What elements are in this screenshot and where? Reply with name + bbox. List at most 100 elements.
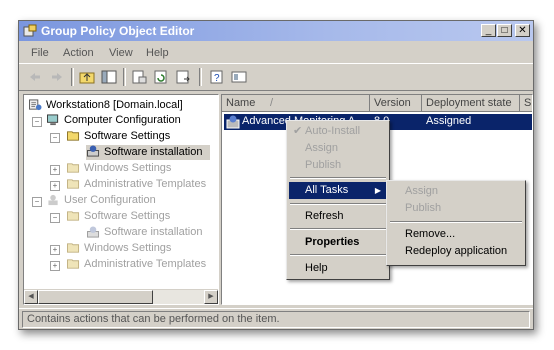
row-state: Assigned — [426, 115, 472, 127]
close-button[interactable]: ✕ — [515, 24, 530, 37]
refresh-icon[interactable] — [153, 69, 169, 85]
tree-user-windows-settings[interactable]: Windows Settings — [66, 241, 216, 256]
folder-open-icon — [67, 211, 80, 221]
collapse-icon[interactable]: − — [50, 213, 60, 223]
column-header-version[interactable]: Version — [370, 95, 422, 112]
folder-icon — [67, 259, 80, 269]
scroll-left-icon[interactable]: ◀ — [24, 290, 38, 304]
policy-icon — [29, 99, 42, 111]
tree-user-configuration[interactable]: User Configuration — [46, 193, 216, 208]
menu-file[interactable]: File — [31, 47, 49, 59]
submenu-item-assign[interactable]: Assign — [389, 183, 523, 200]
tree-root[interactable]: Workstation8 [Domain.local] — [28, 98, 218, 113]
package-icon — [226, 115, 240, 129]
export-icon[interactable] — [175, 69, 191, 85]
tree-label: User Configuration — [64, 194, 156, 206]
tree-label: Windows Settings — [84, 162, 172, 174]
collapse-icon[interactable]: − — [32, 117, 42, 127]
menu-separator — [290, 228, 386, 230]
menu-item-help[interactable]: Help — [289, 260, 387, 277]
folder-icon — [67, 243, 80, 253]
computer-icon — [47, 114, 59, 126]
collapse-icon[interactable]: − — [50, 133, 60, 143]
tree-windows-settings[interactable]: Windows Settings — [66, 161, 216, 176]
help-icon[interactable]: ? — [209, 69, 225, 85]
tree-label: Windows Settings — [84, 242, 172, 254]
checkmark-icon: ✔ — [293, 125, 303, 137]
column-label: Name — [226, 97, 256, 109]
menu-bar: File Action View Help — [19, 42, 533, 62]
toolbar-separator — [71, 68, 74, 86]
menu-item-assign[interactable]: Assign — [289, 140, 387, 157]
submenu-arrow-icon: ▶ — [374, 186, 381, 195]
maximize-button[interactable]: □ — [497, 24, 512, 37]
menu-help[interactable]: Help — [146, 47, 169, 59]
menu-item-publish[interactable]: Publish — [289, 157, 387, 174]
menu-separator — [290, 177, 386, 179]
scroll-right-icon[interactable]: ▶ — [204, 290, 218, 304]
app-window: Group Policy Object Editor _ □ ✕ File Ac… — [18, 20, 534, 330]
column-header-name[interactable]: Name / — [222, 95, 370, 112]
sort-arrow-icon: / — [270, 97, 274, 109]
tree-software-settings[interactable]: Software Settings — [66, 129, 216, 144]
forward-icon[interactable] — [49, 69, 65, 85]
tree-computer-configuration[interactable]: Computer Configuration — [46, 113, 216, 128]
submenu-item-redeploy[interactable]: Redeploy application — [389, 243, 523, 260]
status-bar: Contains actions that can be performed o… — [19, 308, 533, 329]
console-tree[interactable]: Workstation8 [Domain.local] − Computer C… — [23, 94, 219, 305]
expand-icon[interactable]: + — [50, 165, 60, 175]
toolbar-separator — [199, 68, 202, 86]
scroll-thumb[interactable] — [38, 290, 153, 304]
tree-label: Software Settings — [84, 130, 171, 142]
console-icon[interactable] — [231, 69, 247, 85]
collapse-icon[interactable]: − — [32, 197, 42, 207]
menu-item-all-tasks[interactable]: All Tasks ▶ — [289, 182, 387, 199]
all-tasks-submenu: Assign Publish Remove... Redeploy applic… — [386, 180, 526, 266]
tree-software-installation[interactable]: Software installation — [86, 145, 210, 160]
software-install-icon — [87, 145, 100, 157]
menu-separator — [290, 203, 386, 205]
back-icon[interactable] — [27, 69, 43, 85]
software-install-icon — [87, 226, 100, 238]
menu-action[interactable]: Action — [63, 47, 94, 59]
properties-icon[interactable] — [131, 69, 147, 85]
folder-icon — [67, 163, 80, 173]
submenu-item-publish[interactable]: Publish — [389, 200, 523, 217]
menu-separator — [290, 254, 386, 256]
tree-user-administrative-templates[interactable]: Administrative Templates — [66, 257, 216, 272]
menu-view[interactable]: View — [109, 47, 133, 59]
column-header-source[interactable]: S — [520, 95, 532, 112]
folder-icon — [67, 179, 80, 189]
tree-label: Software Settings — [84, 210, 171, 222]
menu-item-label: Auto-Install — [305, 125, 361, 137]
tree-root-label: Workstation8 [Domain.local] — [46, 99, 183, 111]
svg-text:?: ? — [214, 73, 220, 84]
menu-item-auto-install[interactable]: ✔ Auto-Install — [289, 123, 387, 140]
show-tree-icon[interactable] — [101, 69, 117, 85]
folder-open-icon — [67, 131, 80, 141]
tree-horizontal-scrollbar[interactable]: ◀ ▶ — [24, 289, 218, 304]
expand-icon[interactable]: + — [50, 181, 60, 191]
context-menu: ✔ Auto-Install Assign Publish All Tasks … — [286, 120, 390, 280]
user-icon — [48, 194, 58, 206]
window-title: Group Policy Object Editor — [41, 24, 195, 38]
tree-user-software-installation[interactable]: Software installation — [86, 225, 216, 240]
menu-item-refresh[interactable]: Refresh — [289, 208, 387, 225]
toolbar: ? — [19, 63, 533, 91]
minimize-button[interactable]: _ — [481, 24, 496, 37]
column-header-deployment-state[interactable]: Deployment state — [422, 95, 520, 112]
toolbar-separator — [123, 68, 126, 86]
tree-label: Software installation — [104, 146, 203, 158]
gpo-app-icon — [23, 24, 37, 37]
tree-administrative-templates[interactable]: Administrative Templates — [66, 177, 216, 192]
menu-item-properties[interactable]: Properties — [289, 234, 387, 251]
expand-icon[interactable]: + — [50, 261, 60, 271]
up-folder-icon[interactable] — [79, 69, 95, 85]
expand-icon[interactable]: + — [50, 245, 60, 255]
title-bar[interactable]: Group Policy Object Editor _ □ ✕ — [19, 21, 533, 41]
menu-item-label: All Tasks — [305, 184, 349, 196]
tree-user-software-settings[interactable]: Software Settings — [66, 209, 216, 224]
status-text: Contains actions that can be performed o… — [22, 311, 530, 328]
tree-label: Computer Configuration — [64, 114, 181, 126]
submenu-item-remove[interactable]: Remove... — [389, 226, 523, 243]
